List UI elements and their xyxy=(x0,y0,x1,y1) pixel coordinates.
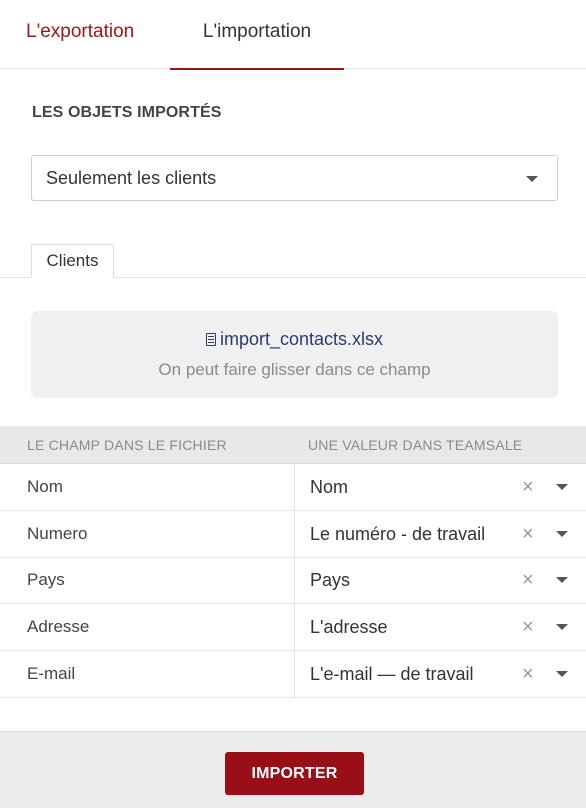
mapping-value-select[interactable]: Nom xyxy=(310,464,348,510)
close-icon[interactable]: × xyxy=(522,557,534,603)
chevron-down-icon xyxy=(526,176,538,182)
table-row: Nom Nom × xyxy=(0,464,586,511)
header-teamsale-value: UNE VALEUR DANS TEAMSALE xyxy=(308,437,523,453)
close-icon[interactable]: × xyxy=(522,651,534,697)
import-button[interactable]: IMPORTER xyxy=(225,752,364,795)
column-divider xyxy=(294,604,295,650)
file-name-link[interactable]: import_contacts.xlsx xyxy=(31,329,558,350)
imported-objects-select[interactable]: Seulement les clients xyxy=(31,155,558,201)
chevron-down-icon[interactable] xyxy=(556,624,568,630)
tab-bar: L'exportation L'importation xyxy=(0,0,586,70)
mapping-value-select[interactable]: L'adresse xyxy=(310,604,387,650)
tab-import-label: L'importation xyxy=(202,21,312,42)
mapping-value-select[interactable]: Le numéro - de travail xyxy=(310,511,485,557)
column-divider xyxy=(294,557,295,603)
file-icon xyxy=(205,333,216,346)
column-divider xyxy=(294,464,295,510)
tab-import[interactable]: L'importation xyxy=(170,0,344,70)
file-field-name: Numero xyxy=(27,524,88,543)
file-field-name: Adresse xyxy=(27,617,90,636)
footer-bar: IMPORTER xyxy=(0,731,586,808)
table-row: Numero Le numéro - de travail × xyxy=(0,511,586,558)
column-divider xyxy=(294,511,295,557)
active-tab-indicator xyxy=(170,68,344,70)
mapping-value-select[interactable]: L'e-mail — de travail xyxy=(310,651,474,697)
imported-objects-title: LES OBJETS IMPORTÉS xyxy=(32,104,222,121)
header-file-field: LE CHAMP DANS LE FICHIER xyxy=(27,437,227,453)
mapping-value-select[interactable]: Pays xyxy=(310,557,350,603)
file-field-name: E-mail xyxy=(27,664,76,683)
chevron-down-icon[interactable] xyxy=(556,531,568,537)
chevron-down-icon[interactable] xyxy=(556,484,568,490)
imported-objects-select-value: Seulement les clients xyxy=(46,168,217,188)
file-dropzone[interactable]: import_contacts.xlsx On peut faire gliss… xyxy=(31,311,558,398)
table-row: Pays Pays × xyxy=(0,557,586,604)
subtab-clients[interactable]: Clients xyxy=(31,244,114,278)
tab-export[interactable]: L'exportation xyxy=(26,0,134,69)
close-icon[interactable]: × xyxy=(522,604,534,650)
dropzone-hint: On peut faire glisser dans ce champ xyxy=(158,360,431,379)
file-field-name: Nom xyxy=(27,477,63,496)
mapping-table-header: LE CHAMP DANS LE FICHIER UNE VALEUR DANS… xyxy=(0,426,586,464)
file-field-name: Pays xyxy=(27,570,65,589)
chevron-down-icon[interactable] xyxy=(556,671,568,677)
chevron-down-icon[interactable] xyxy=(556,577,568,583)
table-row: E-mail L'e-mail — de travail × xyxy=(0,651,586,698)
column-divider xyxy=(294,651,295,697)
file-name: import_contacts.xlsx xyxy=(219,329,384,349)
close-icon[interactable]: × xyxy=(522,464,534,510)
table-row: Adresse L'adresse × xyxy=(0,604,586,651)
close-icon[interactable]: × xyxy=(522,511,534,557)
